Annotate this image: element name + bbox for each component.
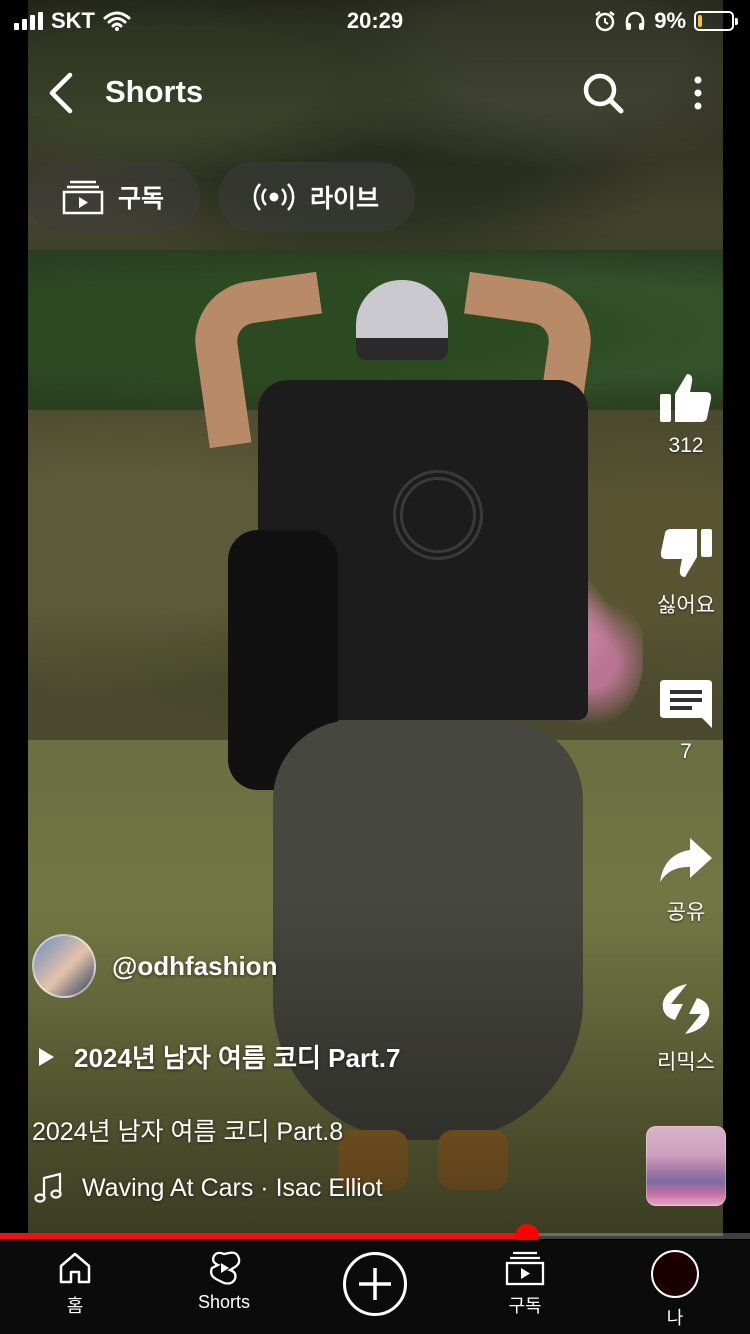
person-cap (356, 280, 448, 360)
playlist-title: 2024년 남자 여름 코디 Part.7 (74, 1043, 401, 1073)
channel-avatar[interactable] (32, 934, 96, 998)
status-right: 9% (594, 8, 738, 34)
nav-shorts-label: Shorts (197, 1292, 251, 1312)
chip-live-label: 라이브 (310, 185, 380, 213)
more-vertical-icon (694, 76, 702, 110)
search-icon (583, 73, 624, 114)
subscriptions-icon (62, 180, 104, 215)
like-button[interactable]: 312 (640, 370, 732, 458)
playlist-link[interactable]: 2024년 남자 여름 코디 Part.7 (36, 1038, 400, 1075)
nav-home[interactable]: 홈 (20, 1250, 130, 1318)
person-shirt-graphic (393, 470, 483, 560)
alarm-icon (595, 11, 615, 32)
remix-icon (662, 984, 710, 1034)
nav-shorts[interactable]: Shorts (169, 1250, 279, 1313)
shorts-icon (209, 1251, 241, 1285)
play-icon (39, 1047, 54, 1066)
thumbs-up-icon (660, 374, 712, 422)
bottom-nav: 홈 Shorts 구독 나 (0, 1240, 750, 1334)
dislike-label: 싫어요 (657, 594, 715, 617)
share-icon (660, 838, 712, 882)
filter-chips: 구독 라이브 (28, 162, 416, 232)
search-button[interactable] (578, 68, 628, 118)
page-title: Shorts (105, 74, 204, 109)
battery-percent: 9% (654, 8, 686, 33)
chip-subscriptions[interactable]: 구독 (28, 162, 201, 232)
comment-count: 7 (680, 740, 692, 763)
dislike-button[interactable]: 싫어요 (640, 525, 732, 619)
back-button[interactable] (36, 68, 86, 118)
like-count: 312 (668, 434, 704, 457)
create-button[interactable] (343, 1252, 407, 1316)
music-title: Waving At Cars · Isac Elliot (82, 1173, 383, 1202)
progress-fill (0, 1233, 528, 1239)
channel-row[interactable]: @odhfashion (32, 934, 277, 998)
chip-live[interactable]: 라이브 (218, 162, 416, 232)
video-title[interactable]: 2024년 남자 여름 코디 Part.8 (32, 1112, 343, 1148)
battery-icon (694, 11, 738, 31)
sound-thumbnail[interactable] (646, 1126, 726, 1206)
battery-level (698, 15, 702, 27)
plus-icon (359, 1268, 391, 1300)
video-progress-bar[interactable] (0, 1224, 750, 1248)
nav-me-label: 나 (666, 1308, 684, 1328)
live-icon (253, 183, 295, 211)
music-row[interactable]: Waving At Cars · Isac Elliot (34, 1172, 383, 1204)
share-button[interactable]: 공유 (640, 832, 732, 926)
chevron-left-icon (49, 72, 73, 114)
thumbs-down-icon (660, 529, 712, 577)
share-label: 공유 (666, 901, 706, 924)
chip-subscriptions-label: 구독 (118, 185, 165, 213)
remix-label: 리믹스 (657, 1051, 715, 1074)
comments-button[interactable]: 7 (640, 676, 732, 764)
subscriptions-nav-icon (505, 1251, 545, 1286)
home-icon (59, 1252, 91, 1284)
music-note-icon (34, 1172, 62, 1203)
status-bar: SKT 20:29 9% (0, 0, 750, 40)
top-bar: Shorts (0, 60, 750, 130)
nav-me[interactable]: 나 (620, 1250, 730, 1330)
more-options-button[interactable] (676, 68, 720, 118)
nav-home-label: 홈 (66, 1296, 84, 1316)
remix-button[interactable]: 리믹스 (640, 980, 732, 1076)
headphones-icon (625, 11, 645, 30)
channel-name[interactable]: @odhfashion (112, 951, 277, 982)
comment-icon (660, 680, 712, 728)
nav-subscriptions-label: 구독 (508, 1296, 542, 1316)
user-avatar (651, 1250, 699, 1298)
nav-subscriptions[interactable]: 구독 (470, 1250, 580, 1318)
